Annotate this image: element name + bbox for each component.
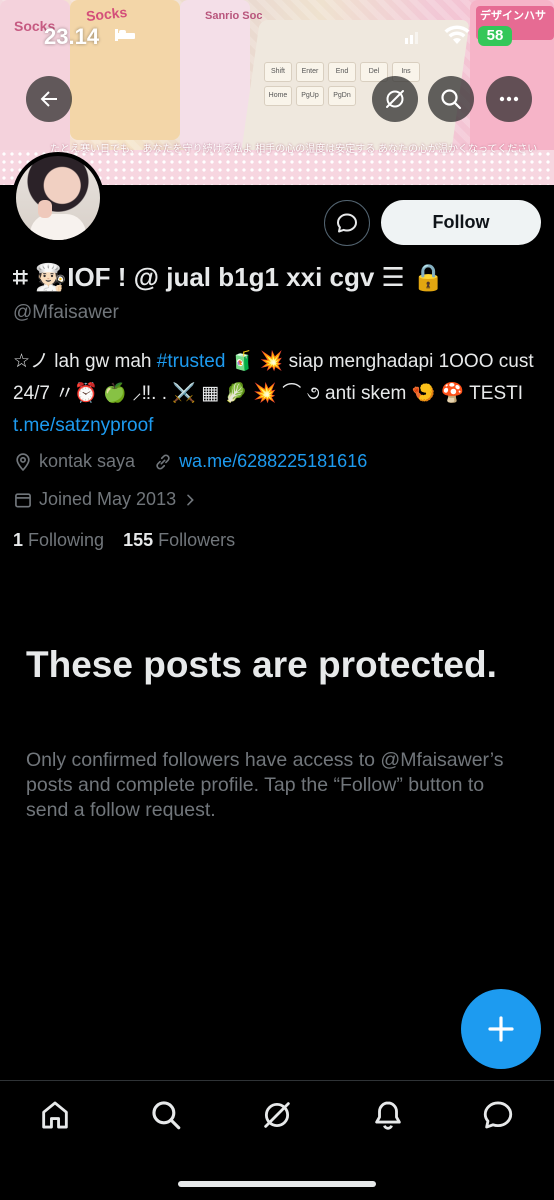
key: End	[328, 62, 356, 82]
avatar-shape	[38, 200, 52, 218]
bio-text: ☆ノ lah gw mah	[13, 351, 157, 372]
search-icon	[441, 89, 462, 110]
following-link[interactable]: 1 Following	[13, 530, 104, 550]
messages-icon	[483, 1101, 513, 1129]
follow-counts: 1 Following 155 Followers	[13, 530, 235, 551]
chevron-right-icon	[187, 494, 194, 505]
follow-button[interactable]: Follow	[381, 200, 541, 245]
more-icon	[499, 96, 519, 102]
nav-grok[interactable]	[257, 1095, 297, 1135]
key: PgUp	[296, 86, 324, 106]
joined-date: Joined May 2013	[39, 489, 177, 509]
key: Home	[264, 86, 292, 106]
search-button[interactable]	[428, 76, 474, 122]
sleep-icon	[115, 29, 135, 41]
location-text: kontak saya	[39, 451, 136, 471]
message-button[interactable]	[324, 200, 370, 246]
nav-home[interactable]	[35, 1095, 75, 1135]
bell-icon	[375, 1101, 401, 1130]
grok-icon	[386, 90, 404, 108]
grok-icon	[264, 1102, 290, 1128]
website-link[interactable]: wa.me/6288225181616	[179, 451, 367, 472]
location-pin-icon	[16, 452, 30, 471]
back-button[interactable]	[26, 76, 72, 122]
plus-icon	[488, 1016, 514, 1042]
home-indicator[interactable]	[178, 1181, 376, 1187]
nav-search[interactable]	[146, 1095, 186, 1135]
nav-messages[interactable]	[478, 1095, 518, 1135]
key: Enter	[296, 62, 324, 82]
protected-description: Only confirmed followers have access to …	[26, 749, 504, 821]
compose-button[interactable]	[461, 989, 541, 1069]
calendar-icon	[15, 492, 31, 507]
key: PgDn	[328, 86, 356, 106]
more-button[interactable]	[486, 76, 532, 122]
arrow-left-icon	[40, 91, 57, 107]
message-bubble-icon	[337, 213, 357, 233]
home-icon	[42, 1101, 68, 1129]
bio-link[interactable]: t.me/satznyproof	[13, 415, 153, 436]
profile-meta-row: kontak saya wa.me/6288225181616	[13, 451, 367, 472]
battery-indicator: 58	[478, 26, 512, 46]
bio-hashtag-link[interactable]: #trusted	[157, 351, 226, 372]
battery-level: 58	[486, 27, 504, 44]
profile-bio: ☆ノ lah gw mah #trusted 🧃 💥 siap menghada…	[13, 346, 543, 442]
avatar-image	[16, 156, 100, 240]
username: @Mfaisawer	[13, 302, 119, 323]
protected-title: These posts are protected.	[26, 644, 497, 685]
followers-count: 155	[123, 530, 154, 550]
key: Shift	[264, 62, 292, 82]
wifi-icon	[444, 25, 470, 44]
status-bar: 23.14 58	[0, 20, 554, 54]
signal-icon	[405, 32, 418, 44]
followers-label: Followers	[158, 530, 236, 550]
following-label: Following	[28, 530, 105, 550]
banner-caption: たとえ寒い日でも、 あなたを守り続ける私よ 相手の心の温度は安定する あなたの心…	[50, 144, 538, 155]
avatar[interactable]	[12, 152, 104, 244]
grok-button[interactable]	[372, 76, 418, 122]
link-icon	[156, 453, 170, 470]
nav-notifications[interactable]	[368, 1095, 408, 1135]
avatar-shape	[30, 214, 86, 240]
search-icon	[152, 1101, 181, 1130]
display-name: ⌗ 🧑🏻‍🍳IOF ! @ jual b1g1 xxi cgv ☰ 🔒	[13, 262, 445, 292]
following-count: 1	[13, 530, 24, 550]
profile-joined-row[interactable]: Joined May 2013	[13, 489, 204, 510]
followers-link[interactable]: 155 Followers	[123, 530, 235, 550]
status-time: 23.14	[44, 24, 100, 49]
